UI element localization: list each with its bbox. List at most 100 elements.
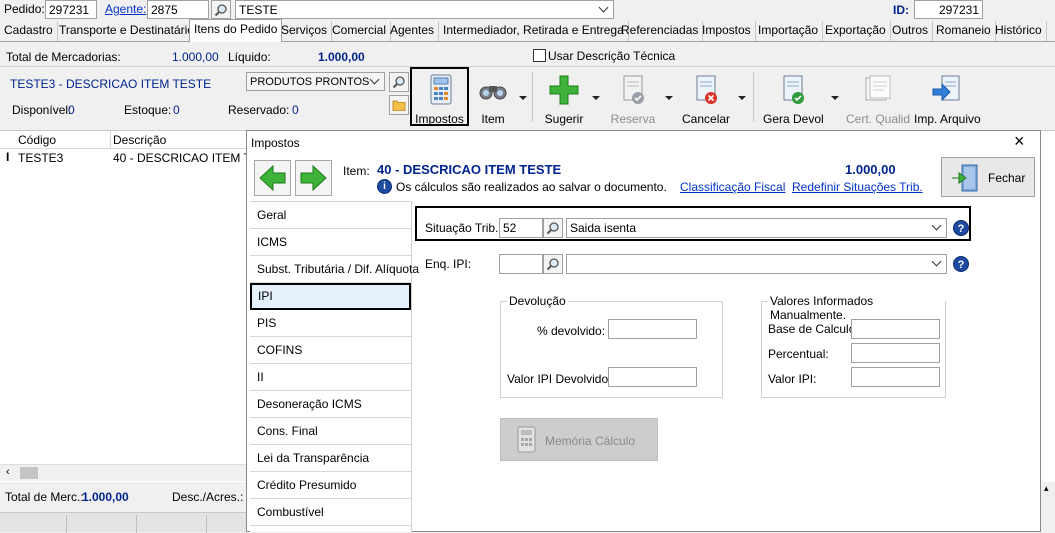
memoria-calculo-button[interactable]: Memória Cálculo [500, 418, 658, 461]
arrow-right-icon [300, 164, 327, 192]
nav-lei-transparencia[interactable]: Lei da Transparência [250, 445, 411, 472]
usar-descricao-checkbox[interactable] [533, 49, 546, 62]
bottom-tool-button[interactable] [66, 515, 134, 533]
nav-cons-final[interactable]: Cons. Final [250, 418, 411, 445]
cert-qualid-button[interactable]: Cert. Qualid [846, 70, 910, 126]
help-icon[interactable]: ? [953, 220, 969, 236]
certificate-icon [865, 75, 891, 101]
classificacao-fiscal-link[interactable]: Classificação Fiscal [680, 180, 785, 194]
reserva-label: Reserva [610, 112, 656, 126]
cancelar-dropdown-arrow[interactable] [738, 96, 746, 100]
tab-impostos[interactable]: Impostos [698, 21, 756, 41]
cancelar-button[interactable]: Cancelar [682, 70, 730, 126]
info-icon: i [377, 179, 392, 194]
forward-arrow-button[interactable] [295, 160, 332, 196]
help-icon[interactable]: ? [953, 256, 969, 272]
total-mercadorias-label: Total de Mercadorias: [6, 50, 121, 64]
tab-historico[interactable]: Histórico [991, 21, 1047, 41]
tab-transporte[interactable]: Transporte e Destinatário [55, 21, 199, 41]
percentual-field[interactable] [851, 343, 940, 363]
nav-combustivel[interactable]: Combustível [250, 499, 411, 526]
valores-manuais-title: Valores Informados Manualmente. [768, 294, 945, 322]
tab-servicos[interactable]: Serviços [277, 21, 333, 41]
bottom-tool-button[interactable] [206, 515, 250, 533]
right-scrollbar[interactable]: ▴ [1041, 483, 1055, 532]
valor-ipi-label: Valor IPI: [768, 372, 817, 386]
tab-outros[interactable]: Outros [888, 21, 934, 41]
sugerir-button[interactable]: Sugerir [543, 70, 585, 126]
reserva-dropdown-arrow[interactable] [665, 96, 673, 100]
scroll-thumb[interactable] [20, 467, 38, 479]
agente-link[interactable]: Agente: [105, 2, 146, 16]
nav-ipi[interactable]: IPI [250, 283, 411, 310]
tab-referenciadas[interactable]: Referenciadas [617, 21, 704, 41]
product-group-select[interactable]: PRODUTOS PRONTOS [246, 72, 385, 91]
situacao-trib-code-field[interactable]: 52 [499, 218, 543, 238]
sugerir-dropdown-arrow[interactable] [592, 96, 600, 100]
fechar-button[interactable]: Fechar [941, 157, 1035, 197]
scroll-left-icon[interactable]: ‹ [6, 466, 10, 478]
gera-devol-button[interactable]: Gera Devol [763, 70, 824, 126]
tab-importacao[interactable]: Importação [754, 21, 824, 41]
back-arrow-button[interactable] [254, 160, 291, 196]
item-button[interactable]: Item [474, 70, 512, 126]
imp-arquivo-label: Imp. Arquivo [914, 112, 981, 126]
tab-cadastro[interactable]: Cadastro [0, 21, 58, 41]
impostos-button[interactable]: Impostos [410, 67, 469, 126]
situacao-trib-search-button[interactable] [543, 218, 563, 238]
nav-subst-tributaria[interactable]: Subst. Tributária / Dif. Alíquota [250, 256, 419, 283]
nav-desoneracao-icms[interactable]: Desoneração ICMS [250, 391, 411, 418]
product-folder-button[interactable] [389, 95, 409, 115]
reserva-button[interactable]: Reserva [609, 70, 657, 126]
disponivel-label: Disponível: [12, 103, 72, 117]
dialog-info-text: Os cálculos são realizados ao salvar o d… [396, 180, 667, 194]
enq-ipi-select[interactable] [566, 254, 947, 274]
perc-devolvido-label: % devolvido: [537, 324, 606, 338]
item-dropdown-arrow[interactable] [519, 96, 527, 100]
horizontal-scrollbar[interactable]: ‹ [0, 464, 250, 481]
situacao-trib-label: Situação Trib.: [425, 221, 502, 235]
sugerir-label: Sugerir [544, 112, 584, 126]
agente-code-field[interactable]: 2875 [147, 0, 209, 19]
close-icon[interactable]: × [1014, 132, 1025, 150]
nav-credito-presumido[interactable]: Crédito Presumido [250, 472, 411, 499]
tab-agentes[interactable]: Agentes [386, 21, 440, 41]
nav-ii[interactable]: II [250, 364, 411, 391]
tab-intermediador[interactable]: Intermediador, Retirada e Entrega [439, 21, 629, 41]
id-field[interactable]: 297231 [914, 0, 983, 19]
product-search-button[interactable] [389, 72, 409, 92]
base-calculo-field[interactable] [851, 319, 940, 339]
nav-geral[interactable]: Geral [250, 202, 411, 229]
document-cancel-icon [696, 75, 717, 104]
tab-itens-do-pedido[interactable]: Itens do Pedido [189, 19, 283, 42]
col-descricao-header[interactable]: Descrição [113, 133, 166, 147]
row-descricao-cell[interactable]: 40 - DESCRICAO ITEM TESTE [113, 151, 248, 165]
tab-exportacao[interactable]: Exportação [821, 21, 891, 41]
bottom-tool-button[interactable] [136, 515, 204, 533]
percentual-label: Percentual: [768, 347, 829, 361]
valor-ipi-field[interactable] [851, 367, 940, 387]
nav-cofins[interactable]: COFINS [250, 337, 411, 364]
gera-devol-dropdown-arrow[interactable] [831, 96, 839, 100]
row-cursor-icon: I [6, 150, 10, 164]
folder-icon [392, 100, 406, 111]
agente-search-button[interactable] [211, 0, 231, 19]
enq-ipi-code-field[interactable] [499, 254, 543, 274]
situacao-trib-select[interactable]: Saida isenta [566, 218, 947, 238]
enq-ipi-search-button[interactable] [543, 254, 563, 274]
pedido-field[interactable]: 297231 [45, 0, 97, 19]
row-codigo-cell[interactable]: TESTE3 [18, 151, 63, 165]
agente-name-field[interactable]: TESTE [235, 0, 614, 19]
tab-romaneio[interactable]: Romaneio [932, 21, 996, 41]
col-codigo-header[interactable]: Código [18, 133, 56, 147]
scroll-up-icon[interactable]: ▴ [1044, 483, 1049, 494]
valor-ipi-devolvido-field[interactable] [608, 367, 697, 387]
perc-devolvido-field[interactable] [608, 319, 697, 339]
imp-arquivo-button[interactable]: Imp. Arquivo [914, 70, 981, 126]
estoque-label: Estoque: [124, 103, 172, 117]
nav-icms[interactable]: ICMS [250, 229, 411, 256]
redefinir-situacoes-link[interactable]: Redefinir Situações Trib. [792, 180, 923, 194]
devolucao-title: Devolução [507, 294, 568, 308]
tab-comercial[interactable]: Comercial [328, 21, 392, 41]
nav-pis[interactable]: PIS [250, 310, 411, 337]
